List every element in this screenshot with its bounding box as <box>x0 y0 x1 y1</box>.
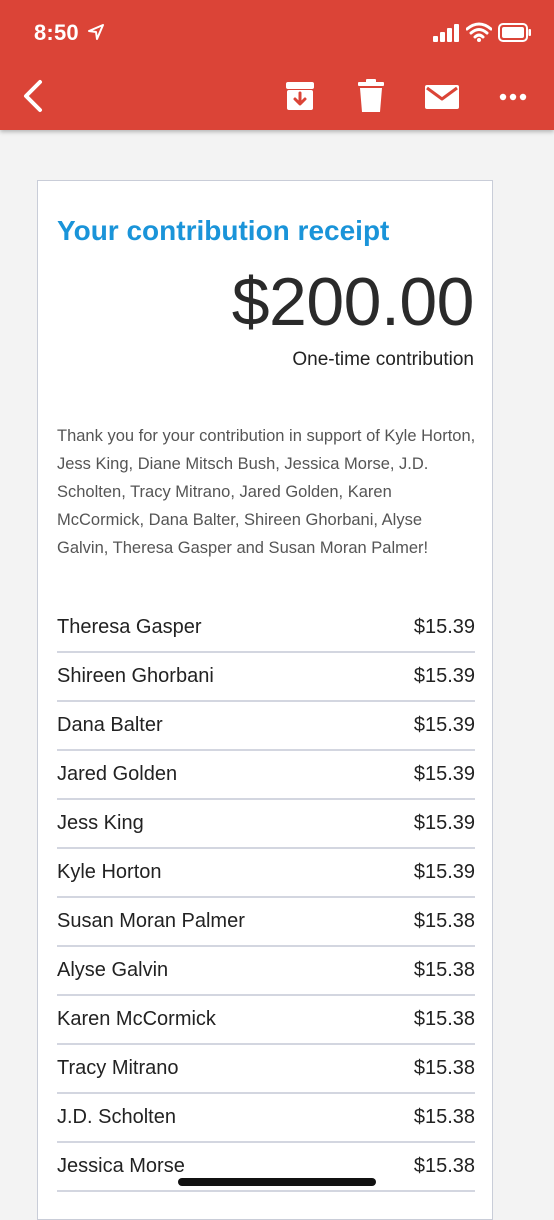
recipient-amount: $15.39 <box>413 812 475 834</box>
recipient-amount: $15.39 <box>413 714 475 736</box>
recipient-name: Theresa Gasper <box>57 616 202 638</box>
recipient-amount: $15.38 <box>413 1106 475 1128</box>
contribution-row: Jess King $15.39 <box>57 800 475 849</box>
recipient-amount: $15.38 <box>413 1155 475 1177</box>
recipient-name: Jared Golden <box>57 763 178 785</box>
contribution-row: Karen McCormick $15.38 <box>57 996 475 1045</box>
back-button[interactable] <box>18 78 50 114</box>
receipt-title: Your contribution receipt <box>57 215 390 246</box>
recipient-name: Jessica Morse <box>57 1155 185 1177</box>
mark-unread-button[interactable] <box>424 84 460 110</box>
wifi-icon <box>466 22 492 42</box>
recipient-amount: $15.39 <box>413 763 475 785</box>
contribution-row: Tracy Mitrano $15.38 <box>57 1045 475 1094</box>
receipt-amount: $200.00 <box>231 264 475 340</box>
contribution-row: Theresa Gasper $15.39 <box>57 604 475 653</box>
contribution-list: Theresa Gasper $15.39 Shireen Ghorbani $… <box>57 604 475 1192</box>
recipient-amount: $15.38 <box>413 1057 475 1079</box>
more-options-button[interactable] <box>496 88 530 106</box>
recipient-name: J.D. Scholten <box>57 1106 176 1128</box>
contribution-row: J.D. Scholten $15.38 <box>57 1094 475 1143</box>
recipient-amount: $15.38 <box>413 910 475 932</box>
recipient-amount: $15.38 <box>413 1008 475 1030</box>
location-arrow-icon <box>88 24 104 40</box>
recipient-name: Susan Moran Palmer <box>57 910 245 932</box>
delete-button[interactable] <box>357 79 385 113</box>
recipient-amount: $15.39 <box>413 665 475 687</box>
archive-button[interactable] <box>284 80 316 112</box>
app-toolbar: 8:50 <box>0 0 554 130</box>
recipient-name: Kyle Horton <box>57 861 162 883</box>
recipient-name: Alyse Galvin <box>57 959 169 981</box>
home-indicator[interactable] <box>178 1178 376 1186</box>
recipient-name: Karen McCormick <box>57 1008 216 1030</box>
contribution-row: Dana Balter $15.39 <box>57 702 475 751</box>
recipient-name: Shireen Ghorbani <box>57 665 214 687</box>
contribution-row: Susan Moran Palmer $15.38 <box>57 898 475 947</box>
recipient-name: Dana Balter <box>57 714 163 736</box>
contribution-row: Shireen Ghorbani $15.39 <box>57 653 475 702</box>
status-time: 8:50 <box>34 20 79 45</box>
thank-you-message: Thank you for your contribution in suppo… <box>57 427 476 557</box>
recipient-amount: $15.39 <box>413 861 475 883</box>
cellular-signal-icon <box>433 24 459 42</box>
recipient-amount: $15.38 <box>413 959 475 981</box>
contribution-row: Kyle Horton $15.39 <box>57 849 475 898</box>
contribution-row: Alyse Galvin $15.38 <box>57 947 475 996</box>
contribution-row: Jared Golden $15.39 <box>57 751 475 800</box>
receipt-card: Your contribution receipt $200.00 One-ti… <box>37 180 493 1220</box>
recipient-amount: $15.39 <box>413 616 475 638</box>
recipient-name: Tracy Mitrano <box>57 1057 179 1079</box>
battery-icon <box>498 23 531 42</box>
contribution-type: One-time contribution <box>292 349 474 370</box>
recipient-name: Jess King <box>57 812 144 834</box>
